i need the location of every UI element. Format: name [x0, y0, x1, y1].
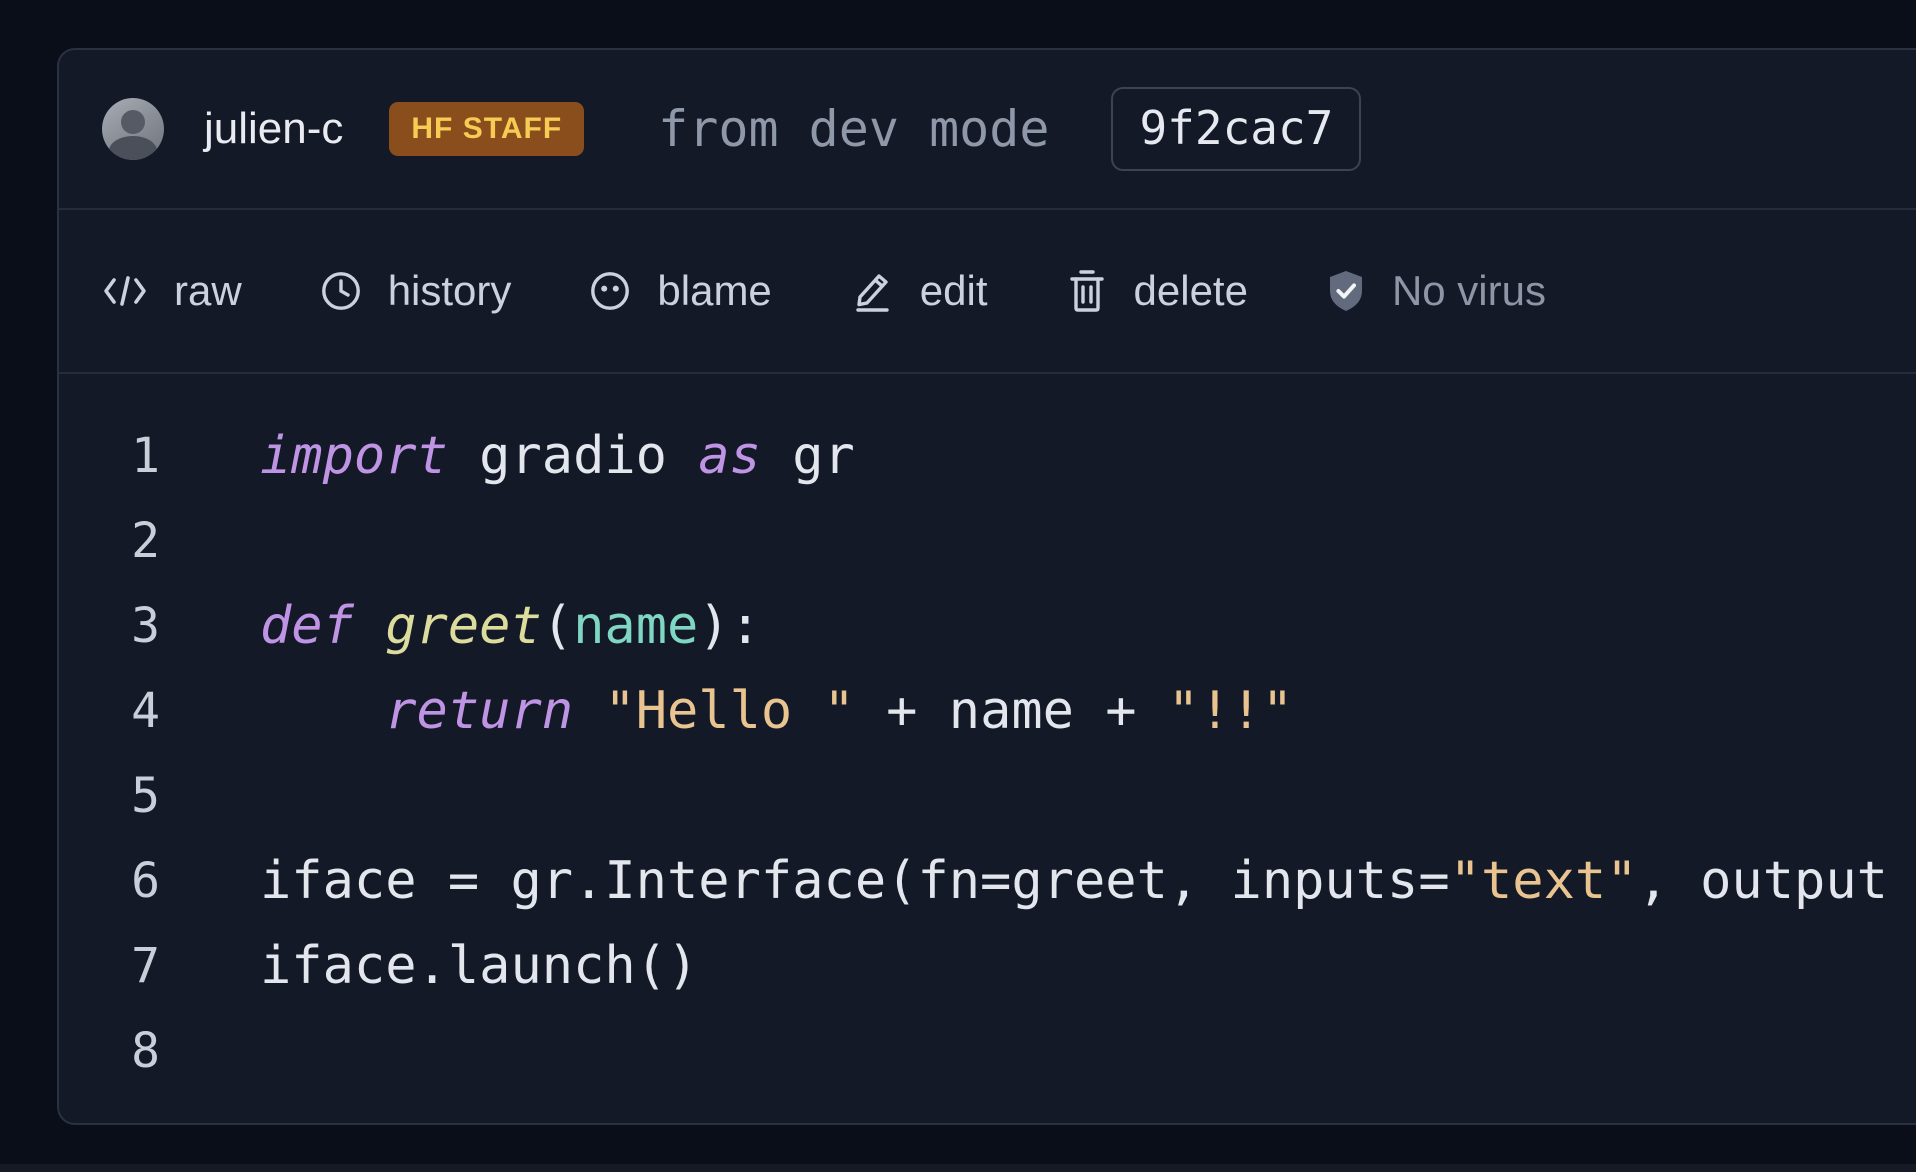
code-line: 8 — [59, 1009, 1916, 1094]
code-token-str: "text" — [1450, 851, 1638, 911]
next-section-edge — [0, 1164, 1916, 1172]
line-content: return "Hello " + name + "!!" — [260, 669, 1293, 754]
code-token-plain: , output — [1638, 851, 1888, 911]
code-token-kw: return — [385, 681, 573, 741]
no-virus-badge: No virus — [1326, 267, 1546, 315]
code-line: 5 — [59, 754, 1916, 839]
code-token-plain: ): — [698, 596, 761, 656]
shield-check-icon — [1326, 269, 1366, 313]
code-token-plain: ( — [542, 596, 573, 656]
code-token-plain — [354, 596, 385, 656]
code-token-str: "Hello " — [604, 681, 854, 741]
line-number[interactable]: 3 — [59, 584, 160, 669]
code-line: 4 return "Hello " + name + "!!" — [59, 669, 1916, 754]
line-number[interactable]: 1 — [59, 414, 160, 499]
raw-button[interactable]: raw — [102, 267, 242, 315]
code-line: 7 iface.launch() — [59, 924, 1916, 1009]
code-line: 3 def greet(name): — [59, 584, 1916, 669]
delete-button[interactable]: delete — [1066, 267, 1248, 315]
code-token-plain: iface = gr.Interface(fn=greet, inputs= — [260, 851, 1450, 911]
code-token-plain: gr — [761, 426, 855, 486]
line-content: iface.launch() — [260, 924, 698, 1009]
commit-message: from dev mode — [658, 100, 1049, 158]
line-content: import gradio as gr — [260, 414, 855, 499]
blame-face-icon — [589, 270, 631, 312]
line-number[interactable]: 2 — [59, 499, 160, 584]
code-token-kw: as — [698, 426, 761, 486]
line-number[interactable]: 4 — [59, 669, 160, 754]
code-token-plain: gradio — [448, 426, 698, 486]
code-token-plain: iface.launch() — [260, 936, 698, 996]
code-token-fn: greet — [385, 596, 542, 656]
code-brackets-icon — [102, 274, 148, 308]
code-token-plain: + name + — [855, 681, 1168, 741]
no-virus-label: No virus — [1392, 267, 1546, 315]
avatar[interactable] — [102, 98, 164, 160]
code-token-plain — [573, 681, 604, 741]
line-content: def greet(name): — [260, 584, 761, 669]
blame-label: blame — [657, 267, 771, 315]
clock-icon — [320, 270, 362, 312]
line-number[interactable]: 7 — [59, 924, 160, 1009]
trash-icon — [1066, 269, 1108, 313]
code-token-str: "!!" — [1168, 681, 1293, 741]
line-content: iface = gr.Interface(fn=greet, inputs="t… — [260, 839, 1888, 924]
code-token-param: name — [573, 596, 698, 656]
delete-label: delete — [1134, 267, 1248, 315]
line-number[interactable]: 8 — [59, 1009, 160, 1094]
line-number[interactable]: 6 — [59, 839, 160, 924]
code-token-kw: def — [260, 596, 354, 656]
line-number[interactable]: 5 — [59, 754, 160, 839]
blame-button[interactable]: blame — [589, 267, 771, 315]
history-button[interactable]: history — [320, 267, 512, 315]
code-line: 2 — [59, 499, 1916, 584]
history-label: history — [388, 267, 512, 315]
commit-header: julien-c HF STAFF from dev mode 9f2cac7 — [59, 50, 1916, 210]
code-line: 6 iface = gr.Interface(fn=greet, inputs=… — [59, 839, 1916, 924]
file-viewer-card: julien-c HF STAFF from dev mode 9f2cac7 … — [57, 48, 1916, 1125]
code-block: 1 import gradio as gr 2 3 def greet(name… — [59, 374, 1916, 1094]
raw-label: raw — [174, 267, 242, 315]
pencil-icon — [850, 269, 894, 313]
code-token-kw: import — [260, 426, 448, 486]
hf-staff-badge: HF STAFF — [389, 102, 584, 156]
file-toolbar: raw history blame — [59, 210, 1916, 374]
edit-label: edit — [920, 267, 988, 315]
code-line: 1 import gradio as gr — [59, 414, 1916, 499]
code-token-plain — [260, 681, 385, 741]
commit-hash-chip[interactable]: 9f2cac7 — [1111, 87, 1361, 170]
username-link[interactable]: julien-c — [204, 104, 343, 154]
page: { "header": { "username": "julien-c", "b… — [0, 0, 1916, 1172]
edit-button[interactable]: edit — [850, 267, 988, 315]
